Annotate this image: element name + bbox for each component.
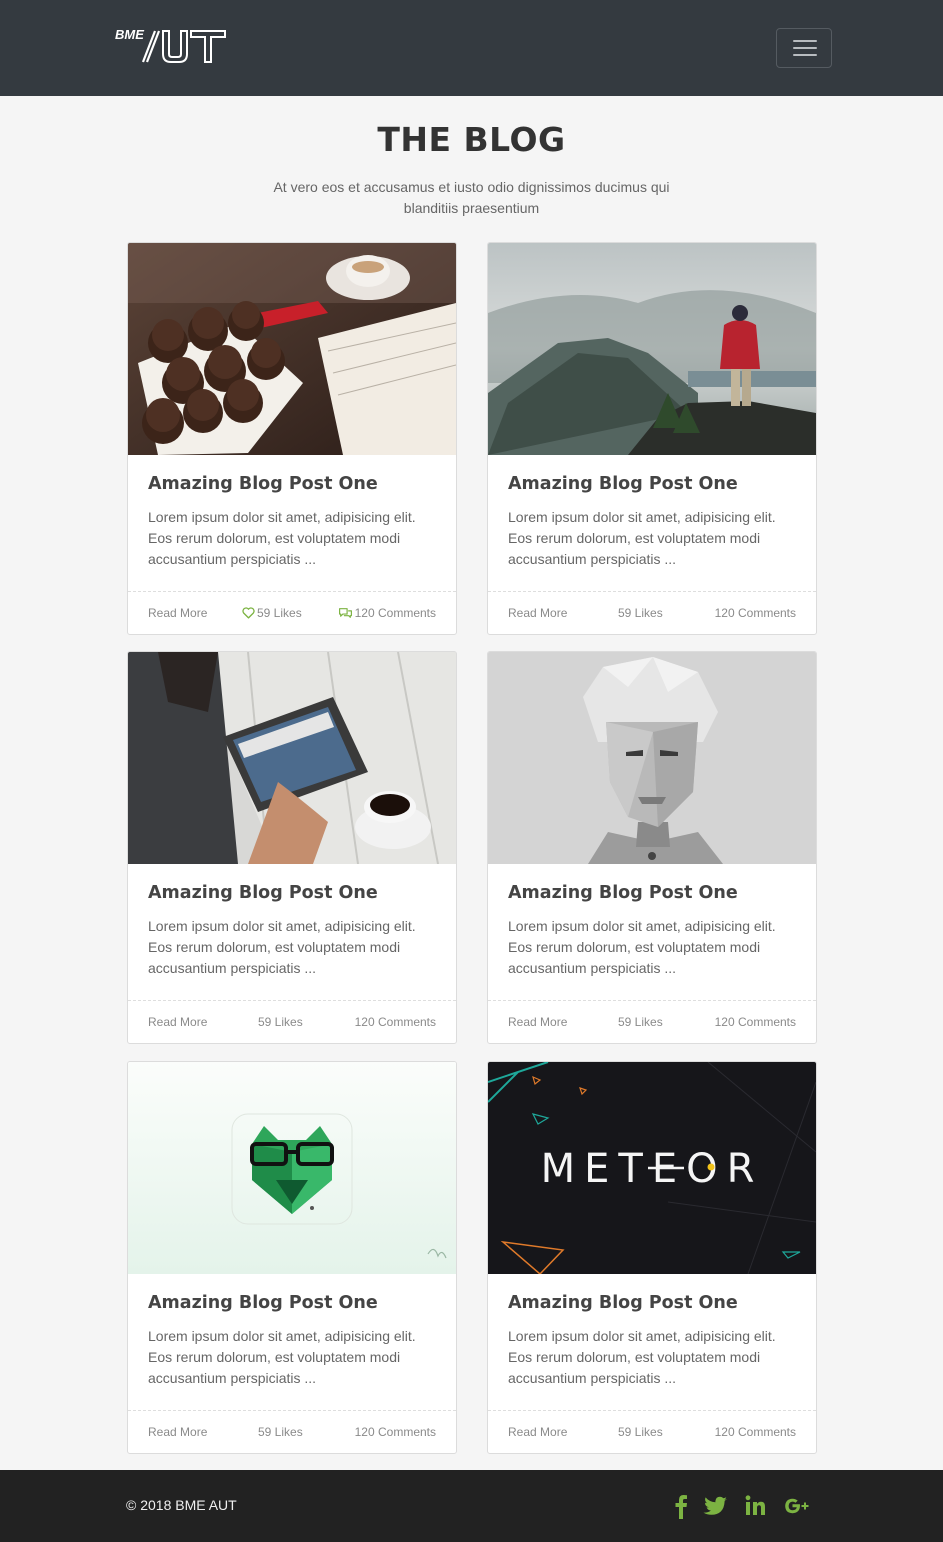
card-footer: Read More 59 Likes 120 Comments bbox=[488, 591, 816, 634]
heart-icon bbox=[242, 607, 255, 619]
comments-count[interactable]: 120 Comments bbox=[338, 606, 436, 620]
post-excerpt: Lorem ipsum dolor sit amet, adipisicing … bbox=[508, 1328, 776, 1386]
likes-count[interactable]: 59 Likes bbox=[258, 1425, 303, 1439]
likes-count[interactable]: 59 Likes bbox=[242, 606, 302, 620]
post-excerpt: Lorem ipsum dolor sit amet, adipisicing … bbox=[148, 509, 416, 567]
post-title[interactable]: Amazing Blog Post One bbox=[508, 1293, 738, 1313]
post-title[interactable]: Amazing Blog Post One bbox=[508, 883, 738, 903]
twitter-icon[interactable] bbox=[701, 1492, 731, 1520]
linkedin-icon[interactable] bbox=[740, 1492, 770, 1520]
post-title[interactable]: Amazing Blog Post One bbox=[148, 1293, 378, 1313]
read-more-link[interactable]: Read More bbox=[508, 606, 567, 620]
navbar: BME bbox=[0, 0, 943, 96]
blog-card: Amazing Blog Post One Lorem ipsum dolor … bbox=[487, 651, 817, 1044]
blog-card: Amazing Blog Post One Lorem ipsum dolor … bbox=[127, 242, 457, 635]
likes-count[interactable]: 59 Likes bbox=[618, 1425, 663, 1439]
read-more-link[interactable]: Read More bbox=[148, 1015, 207, 1029]
footer: © 2018 BME AUT bbox=[0, 1470, 943, 1542]
comments-icon bbox=[338, 608, 352, 618]
read-more-link[interactable]: Read More bbox=[148, 1425, 207, 1439]
post-excerpt: Lorem ipsum dolor sit amet, adipisicing … bbox=[508, 918, 776, 976]
post-title[interactable]: Amazing Blog Post One bbox=[508, 474, 738, 494]
comments-count[interactable]: 120 Comments bbox=[715, 1015, 796, 1029]
page-subtitle: At vero eos et accusamus et iusto odio d… bbox=[273, 179, 670, 216]
post-excerpt: Lorem ipsum dolor sit amet, adipisicing … bbox=[508, 509, 776, 567]
read-more-link[interactable]: Read More bbox=[148, 606, 207, 620]
hamburger-icon bbox=[793, 40, 817, 42]
read-more-link[interactable]: Read More bbox=[508, 1425, 567, 1439]
menu-toggle-button[interactable] bbox=[776, 28, 832, 68]
blog-card: Amazing Blog Post One Lorem ipsum dolor … bbox=[127, 651, 457, 1044]
post-excerpt: Lorem ipsum dolor sit amet, adipisicing … bbox=[148, 918, 416, 976]
post-image-tablet[interactable] bbox=[128, 652, 456, 864]
post-image-meteor[interactable]: METEOR bbox=[488, 1062, 816, 1274]
post-image-bear-logo[interactable] bbox=[128, 1062, 456, 1274]
card-footer: Read More 59 Likes 120 Comments bbox=[128, 1410, 456, 1453]
comments-count[interactable]: 120 Comments bbox=[355, 1015, 436, 1029]
post-image-hiker[interactable] bbox=[488, 243, 816, 455]
google-plus-icon[interactable] bbox=[781, 1492, 811, 1520]
blog-card: Amazing Blog Post One Lorem ipsum dolor … bbox=[127, 1061, 457, 1454]
blog-card: Amazing Blog Post One Lorem ipsum dolor … bbox=[487, 242, 817, 635]
likes-count[interactable]: 59 Likes bbox=[618, 606, 663, 620]
card-footer: Read More 59 Likes 120 Comments bbox=[128, 1000, 456, 1043]
bme-aut-logo[interactable]: BME bbox=[113, 26, 228, 66]
page-title: THE BLOG bbox=[377, 120, 566, 159]
comments-count[interactable]: 120 Comments bbox=[355, 1425, 436, 1439]
read-more-link[interactable]: Read More bbox=[508, 1015, 567, 1029]
blog-card: METEOR Amazing Blog Post One Lorem ipsum… bbox=[487, 1061, 817, 1454]
likes-count[interactable]: 59 Likes bbox=[618, 1015, 663, 1029]
card-footer: Read More 59 Likes 120 Comments bbox=[488, 1410, 816, 1453]
post-excerpt: Lorem ipsum dolor sit amet, adipisicing … bbox=[148, 1328, 416, 1386]
post-title[interactable]: Amazing Blog Post One bbox=[148, 474, 378, 494]
post-image-muffins[interactable] bbox=[128, 243, 456, 455]
post-image-lowpoly-portrait[interactable] bbox=[488, 652, 816, 864]
post-title[interactable]: Amazing Blog Post One bbox=[148, 883, 378, 903]
likes-count[interactable]: 59 Likes bbox=[258, 1015, 303, 1029]
card-footer: Read More 59 Likes 120 Comments bbox=[128, 591, 456, 634]
comments-count[interactable]: 120 Comments bbox=[715, 1425, 796, 1439]
facebook-icon[interactable] bbox=[666, 1492, 696, 1520]
comments-count[interactable]: 120 Comments bbox=[715, 606, 796, 620]
copyright-text: © 2018 BME AUT bbox=[126, 1497, 237, 1513]
svg-text:BME: BME bbox=[115, 27, 144, 42]
card-footer: Read More 59 Likes 120 Comments bbox=[488, 1000, 816, 1043]
